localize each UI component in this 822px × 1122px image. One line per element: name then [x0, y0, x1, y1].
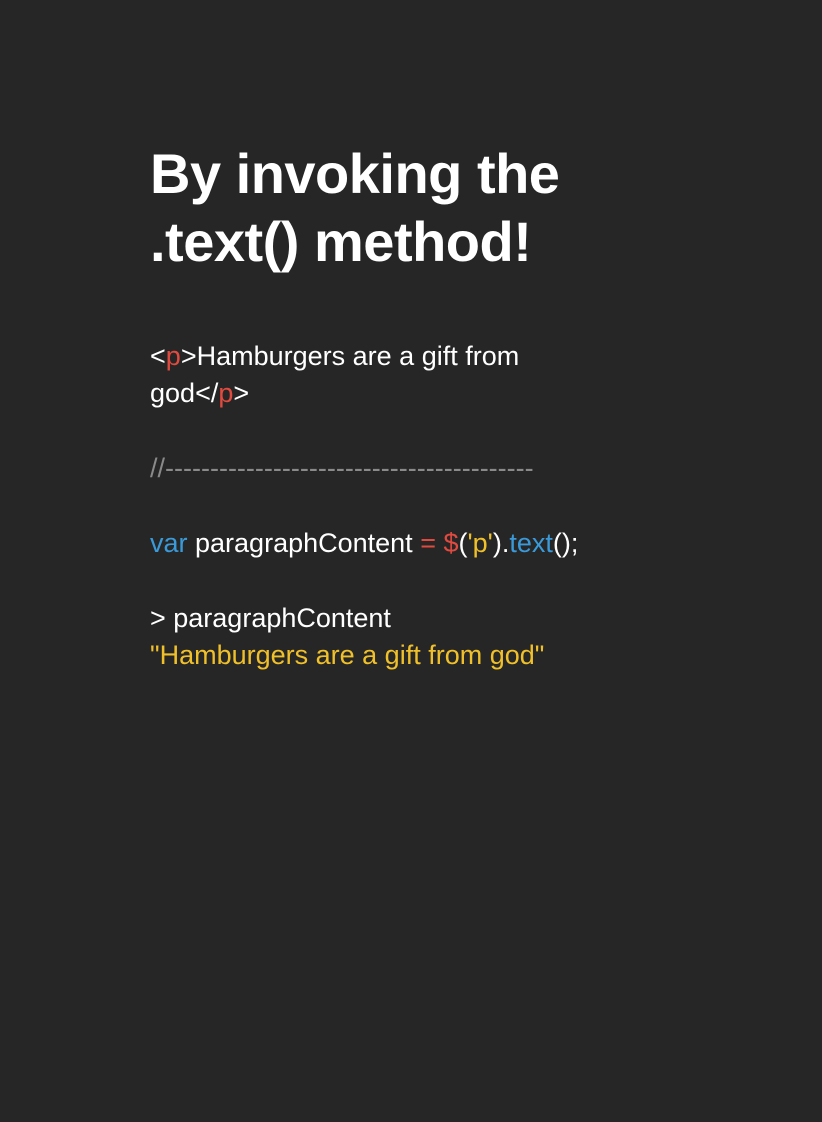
paren-close-dot: ). [492, 528, 510, 558]
close-gt: > [233, 378, 250, 408]
close-tag-name: p [218, 378, 234, 408]
text-method: text [509, 528, 553, 558]
open-gt: > [180, 341, 197, 371]
call-end: (); [552, 528, 579, 558]
code-comment: //--------------------------------------… [150, 453, 534, 483]
paren-open: ( [458, 528, 468, 558]
variable-name: paragraphContent [187, 528, 421, 558]
open-lt: < [150, 341, 166, 371]
js-statement: var paragraphContent = $('p').text(); [150, 525, 790, 562]
slide-content: By invoking the .text() method! <p>Hambu… [150, 140, 790, 674]
code-block: <p>Hamburgers are a gift from god</p> //… [150, 338, 790, 674]
html-line-1: <p>Hamburgers are a gift from [150, 338, 790, 375]
slide-title: By invoking the .text() method! [150, 140, 790, 276]
html-line-2: god</p> [150, 375, 790, 412]
close-lt: </ [195, 378, 219, 408]
paragraph-text-part2: god [150, 378, 196, 408]
console-prompt: > paragraphContent [150, 603, 391, 633]
jquery-dollar: $ [443, 528, 459, 558]
paragraph-text-part1: Hamburgers are a gift from [196, 341, 520, 371]
selector-string: 'p' [467, 528, 493, 558]
title-line-2: .text() method! [150, 210, 532, 273]
console-result: "Hamburgers are a gift from god" [150, 640, 545, 670]
equals-operator: = [420, 528, 436, 558]
open-tag-name: p [165, 341, 181, 371]
title-line-1: By invoking the [150, 142, 560, 205]
var-keyword: var [150, 528, 188, 558]
